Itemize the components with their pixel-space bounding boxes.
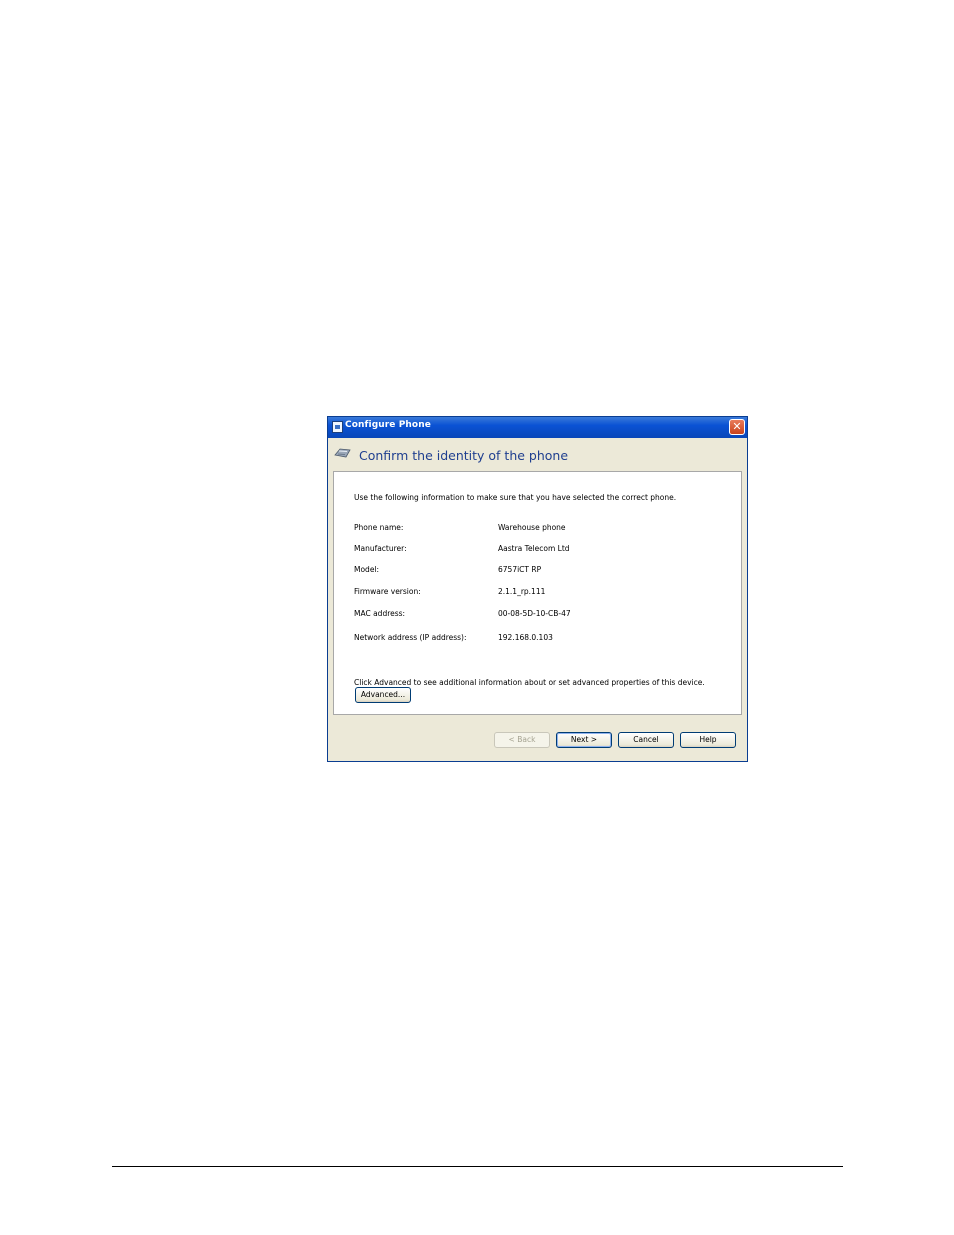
model-value: 6757iCT RP bbox=[498, 565, 542, 574]
phone-icon bbox=[334, 448, 351, 458]
advanced-hint-text: Click Advanced to see additional informa… bbox=[354, 678, 705, 687]
page-footer-rule bbox=[112, 1166, 843, 1167]
window-title: Configure Phone bbox=[345, 420, 431, 430]
advanced-button[interactable]: Advanced... bbox=[355, 687, 411, 703]
phone-name-label: Phone name: bbox=[354, 523, 404, 532]
network-address-value: 192.168.0.103 bbox=[498, 633, 553, 642]
mac-address-value: 00-08-5D-10-CB-47 bbox=[498, 609, 571, 618]
app-icon bbox=[332, 421, 343, 433]
manufacturer-value: Aastra Telecom Ltd bbox=[498, 544, 570, 553]
network-address-label: Network address (IP address): bbox=[354, 633, 467, 642]
next-button[interactable]: Next > bbox=[556, 732, 612, 748]
help-button[interactable]: Help bbox=[680, 732, 736, 748]
content-panel: Use the following information to make su… bbox=[333, 471, 742, 715]
title-bar[interactable]: Configure Phone ✕ bbox=[328, 417, 747, 438]
manufacturer-label: Manufacturer: bbox=[354, 544, 407, 553]
configure-phone-dialog: Configure Phone ✕ Confirm the identity o… bbox=[327, 416, 748, 762]
firmware-version-label: Firmware version: bbox=[354, 587, 421, 596]
wizard-header: Confirm the identity of the phone bbox=[328, 438, 747, 468]
page-title: Confirm the identity of the phone bbox=[359, 448, 569, 463]
model-label: Model: bbox=[354, 565, 380, 574]
cancel-button[interactable]: Cancel bbox=[618, 732, 674, 748]
back-button[interactable]: < Back bbox=[494, 732, 550, 748]
phone-name-value: Warehouse phone bbox=[498, 523, 566, 532]
intro-text: Use the following information to make su… bbox=[354, 493, 677, 502]
firmware-version-value: 2.1.1_rp.111 bbox=[498, 587, 546, 596]
mac-address-label: MAC address: bbox=[354, 609, 406, 618]
close-button[interactable]: ✕ bbox=[729, 419, 745, 435]
